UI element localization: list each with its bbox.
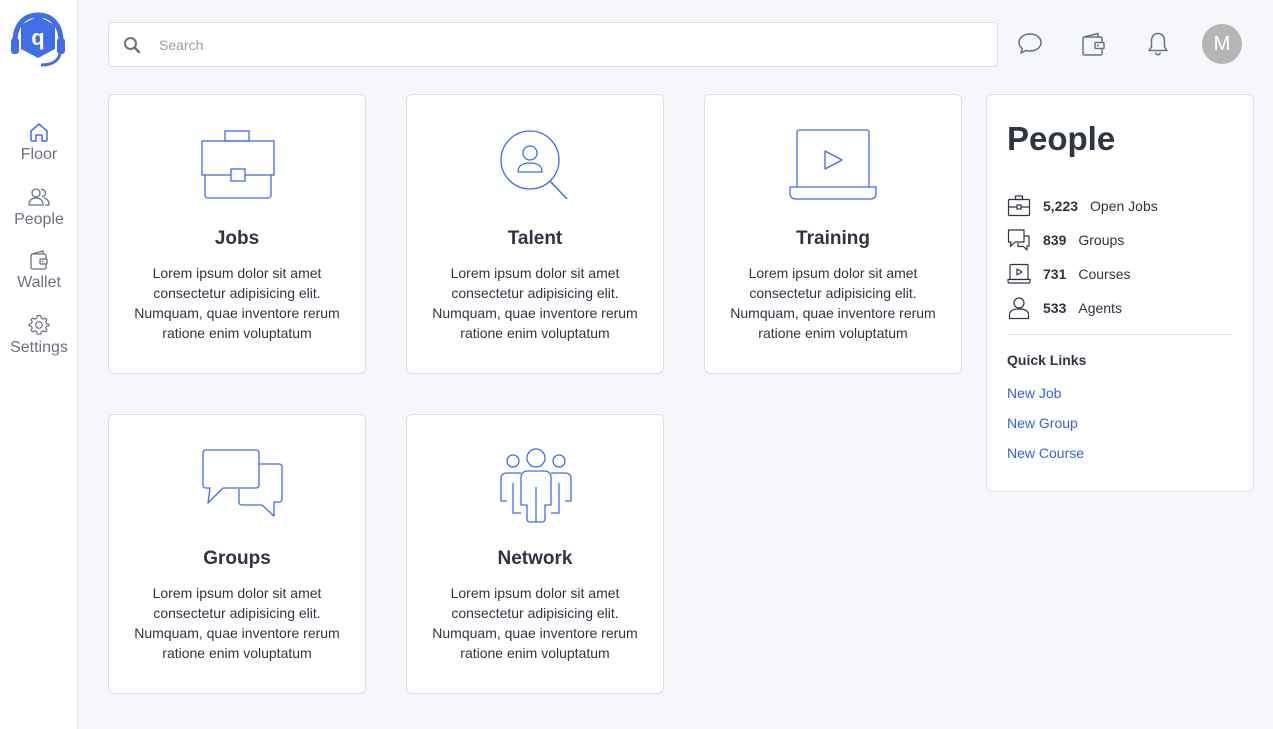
users-icon: [28, 188, 50, 206]
wallet-icon: [30, 250, 48, 270]
wallet-icon[interactable]: [1080, 30, 1108, 58]
avatar[interactable]: M: [1202, 24, 1242, 64]
stat-label: Groups: [1078, 232, 1125, 248]
search-icon: [124, 37, 141, 54]
chat-bubbles-icon: [1007, 229, 1030, 251]
sidebar-item-floor[interactable]: Floor: [0, 120, 78, 164]
network-icon: [500, 448, 572, 523]
card-network[interactable]: Network Lorem ipsum dolor sit amet conse…: [406, 414, 664, 694]
card-description: Lorem ipsum dolor sit amet consectetur a…: [432, 265, 638, 341]
panel-title: People: [1007, 120, 1116, 157]
stat-value: 839: [1043, 232, 1067, 248]
sidebar-item-label: People: [14, 211, 64, 228]
stat-value: 731: [1043, 266, 1067, 282]
card-description: Lorem ipsum dolor sit amet consectetur a…: [730, 265, 936, 341]
sidebar: q Floor People Wallet Settings: [0, 0, 78, 729]
card-description: Lorem ipsum dolor sit amet consectetur a…: [134, 265, 340, 341]
quick-link-new-course[interactable]: New Course: [1007, 445, 1084, 461]
card-title: Jobs: [214, 228, 260, 249]
logo[interactable]: q: [8, 12, 68, 68]
card-description: Lorem ipsum dolor sit amet consectetur a…: [432, 585, 638, 661]
card-title: Network: [497, 548, 573, 569]
stat-open-jobs: 5,223 Open Jobs: [1007, 193, 1158, 219]
card-title: Groups: [203, 548, 271, 569]
sidebar-item-label: Floor: [20, 146, 58, 163]
card-title: Training: [796, 228, 870, 249]
card-groups[interactable]: Groups Lorem ipsum dolor sit amet consec…: [108, 414, 366, 694]
sidebar-item-wallet[interactable]: Wallet: [0, 248, 78, 292]
chat-icon[interactable]: [1016, 30, 1044, 58]
laptop-play-icon: [789, 129, 877, 200]
sidebar-item-label: Wallet: [17, 274, 61, 291]
quick-links-title: Quick Links: [1007, 352, 1087, 368]
card-training[interactable]: Training Lorem ipsum dolor sit amet cons…: [704, 94, 962, 374]
sidebar-item-label: Settings: [10, 339, 68, 356]
stat-courses: 731 Courses: [1007, 261, 1131, 287]
headset-logo-icon: q: [11, 12, 65, 67]
briefcase-icon: [201, 130, 275, 199]
card-jobs[interactable]: Jobs Lorem ipsum dolor sit amet consecte…: [108, 94, 366, 374]
search-input[interactable]: [159, 23, 979, 66]
stat-label: Open Jobs: [1090, 198, 1158, 214]
quick-link-new-group[interactable]: New Group: [1007, 415, 1078, 431]
stat-value: 5,223: [1043, 198, 1079, 214]
sidebar-item-settings[interactable]: Settings: [0, 313, 78, 357]
stat-label: Agents: [1078, 300, 1122, 316]
quick-link-new-job[interactable]: New Job: [1007, 385, 1061, 401]
search-bar: [108, 22, 998, 67]
stat-value: 533: [1043, 300, 1067, 316]
stat-agents: 533 Agents: [1007, 295, 1122, 321]
sidebar-item-people[interactable]: People: [0, 185, 78, 229]
briefcase-icon: [1007, 195, 1031, 217]
chat-bubbles-icon: [202, 449, 283, 517]
card-title: Talent: [507, 228, 563, 249]
person-icon: [1008, 297, 1030, 320]
logo-letter: q: [31, 25, 44, 50]
card-talent[interactable]: Talent Lorem ipsum dolor sit amet consec…: [406, 94, 664, 374]
bell-icon[interactable]: [1144, 30, 1172, 58]
stat-label: Courses: [1078, 266, 1131, 282]
person-search-icon: [500, 130, 568, 200]
laptop-play-icon: [1007, 263, 1031, 284]
divider: [1007, 334, 1233, 335]
people-summary-panel: People 5,223 Open Jobs 839 Groups 731 Co…: [986, 94, 1254, 492]
card-description: Lorem ipsum dolor sit amet consectetur a…: [134, 585, 340, 661]
stat-groups: 839 Groups: [1007, 227, 1124, 253]
home-icon: [30, 123, 48, 142]
gear-icon: [28, 314, 50, 335]
